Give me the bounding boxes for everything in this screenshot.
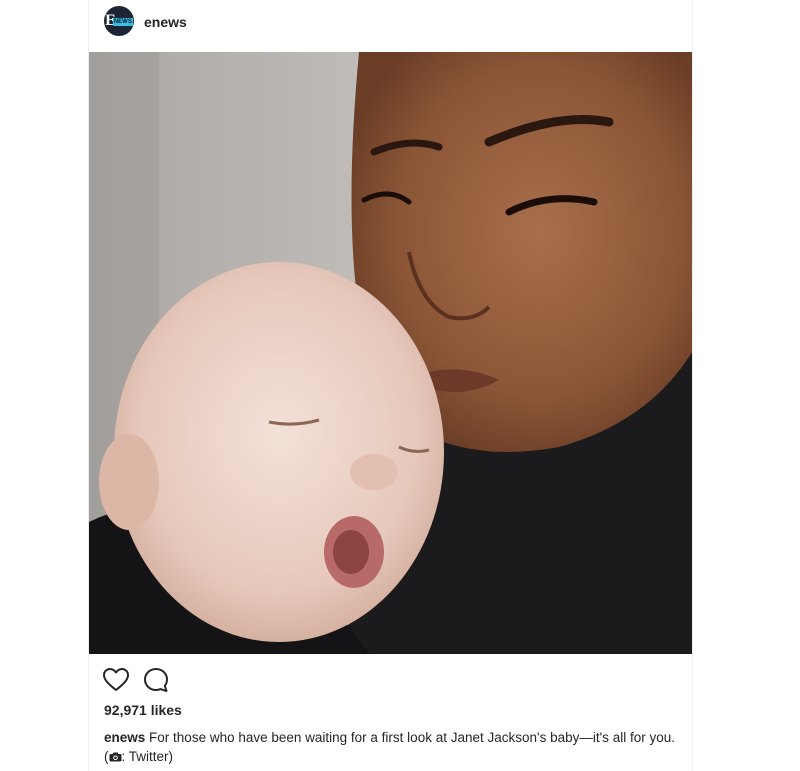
post-actions: [103, 666, 169, 694]
instagram-page: E NEWS enews 92,971 likes enews For thos…: [0, 0, 800, 771]
camera-icon: [109, 752, 122, 764]
heart-outline-icon[interactable]: [103, 667, 129, 693]
enews-logo-icon[interactable]: E NEWS: [104, 6, 134, 36]
avatar-tag: NEWS: [112, 18, 133, 26]
caption-text: For those who have been waiting for a fi…: [104, 730, 675, 764]
caption-text-after: : Twitter): [121, 749, 174, 764]
comment-bubble-icon[interactable]: [143, 667, 169, 693]
post-header: E NEWS enews: [89, 0, 692, 46]
caption-username[interactable]: enews: [104, 730, 145, 745]
post-photo[interactable]: [89, 52, 692, 654]
instagram-post: E NEWS enews 92,971 likes enews For thos…: [88, 0, 693, 771]
author-username[interactable]: enews: [144, 14, 187, 30]
post-caption: enews For those who have been waiting fo…: [104, 728, 679, 768]
photo-illustration: [89, 52, 692, 654]
likes-count[interactable]: 92,971 likes: [104, 702, 182, 718]
baby-face: [114, 262, 444, 642]
